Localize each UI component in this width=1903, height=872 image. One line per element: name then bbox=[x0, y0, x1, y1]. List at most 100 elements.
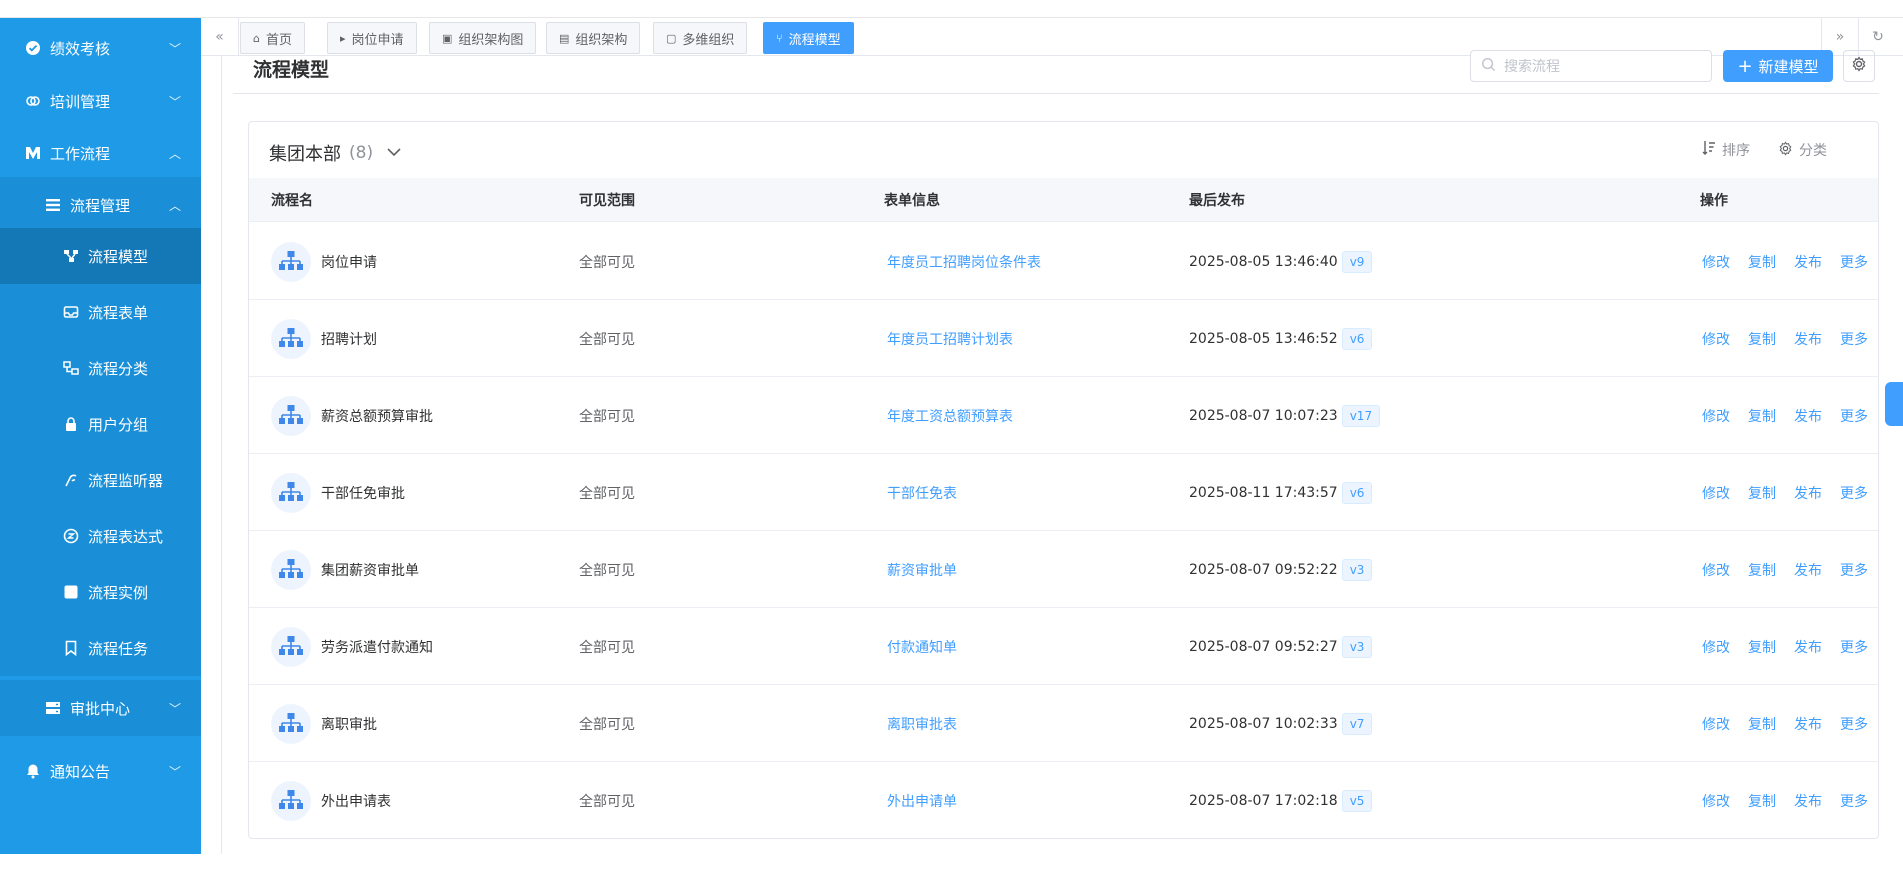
sidebar-item-label: 审批中心 bbox=[70, 699, 131, 718]
form-link[interactable]: 年度员工招聘计划表 bbox=[887, 300, 1013, 377]
form-link[interactable]: 外出申请单 bbox=[887, 762, 957, 839]
column-header: 操作 bbox=[1700, 193, 1728, 209]
new-model-button[interactable]: + 新建模型 bbox=[1723, 50, 1833, 82]
copy-button[interactable]: 复制 bbox=[1748, 406, 1776, 426]
edit-button[interactable]: 修改 bbox=[1702, 252, 1730, 272]
process-name[interactable]: 招聘计划 bbox=[321, 329, 377, 349]
tab-label: 岗位申请 bbox=[351, 32, 404, 48]
publish-button[interactable]: 发布 bbox=[1794, 483, 1822, 503]
form-link[interactable]: 年度员工招聘岗位条件表 bbox=[887, 223, 1041, 300]
edit-button[interactable]: 修改 bbox=[1702, 560, 1730, 580]
edit-button[interactable]: 修改 bbox=[1702, 329, 1730, 349]
process-name[interactable]: 干部任免审批 bbox=[321, 483, 405, 503]
more-button[interactable]: 更多 bbox=[1840, 791, 1868, 811]
publish-button[interactable]: 发布 bbox=[1794, 637, 1822, 657]
publish-button[interactable]: 发布 bbox=[1794, 329, 1822, 349]
group-header[interactable]: 集团本部 (8) bbox=[269, 140, 401, 166]
sort-button[interactable]: 排序 bbox=[1702, 140, 1750, 160]
sidebar-item-performance[interactable]: 绩效考核 ﹀ bbox=[0, 20, 201, 76]
publish-time: 2025-08-07 10:02:33 bbox=[1189, 715, 1338, 732]
process-tree-icon bbox=[271, 395, 311, 436]
table-row: 劳务派遣付款通知 全部可见 付款通知单 2025-08-07 09:52:27 v… bbox=[249, 608, 1878, 685]
plus-icon: + bbox=[1737, 55, 1753, 77]
process-name[interactable]: 离职审批 bbox=[321, 714, 377, 734]
form-link[interactable]: 付款通知单 bbox=[887, 608, 957, 685]
copy-button[interactable]: 复制 bbox=[1748, 560, 1776, 580]
edit-button[interactable]: 修改 bbox=[1702, 406, 1730, 426]
search-icon bbox=[1481, 57, 1496, 76]
process-name[interactable]: 薪资总额预算审批 bbox=[321, 406, 433, 426]
visibility-scope: 全部可见 bbox=[579, 254, 635, 271]
publish-button[interactable]: 发布 bbox=[1794, 714, 1822, 734]
new-model-label: 新建模型 bbox=[1758, 57, 1819, 76]
sidebar-item-process-task[interactable]: 流程任务 bbox=[0, 620, 201, 676]
sidebar-item-notice[interactable]: 通知公告 ﹀ bbox=[0, 743, 201, 799]
process-name[interactable]: 劳务派遣付款通知 bbox=[321, 637, 433, 657]
copy-button[interactable]: 复制 bbox=[1748, 252, 1776, 272]
sidebar-item-process-instance[interactable]: 流程实例 bbox=[0, 564, 201, 620]
process-name[interactable]: 集团薪资审批单 bbox=[321, 560, 419, 580]
tabs-scroll-left-icon[interactable]: « bbox=[201, 18, 239, 56]
copy-button[interactable]: 复制 bbox=[1748, 714, 1776, 734]
publish-button[interactable]: 发布 bbox=[1794, 406, 1822, 426]
tab-org-chart[interactable]: ▣ 组织架构图 bbox=[429, 22, 537, 54]
caret-right-icon: ▸ bbox=[340, 31, 346, 45]
sort-icon bbox=[1702, 140, 1716, 160]
sidebar-item-process-model[interactable]: 流程模型 bbox=[0, 228, 201, 284]
page-title: 流程模型 bbox=[253, 59, 330, 81]
sidebar-item-training[interactable]: 培训管理 ﹀ bbox=[0, 73, 201, 129]
sidebar-item-process-category[interactable]: 流程分类 bbox=[0, 340, 201, 396]
publish-button[interactable]: 发布 bbox=[1794, 252, 1822, 272]
edit-button[interactable]: 修改 bbox=[1702, 483, 1730, 503]
copy-button[interactable]: 复制 bbox=[1748, 483, 1776, 503]
category-button[interactable]: 分类 bbox=[1778, 140, 1827, 160]
chevron-down-icon: ﹀ bbox=[168, 764, 181, 779]
copy-button[interactable]: 复制 bbox=[1748, 637, 1776, 657]
sidebar: 绩效考核 ﹀ 培训管理 ﹀ 工作流程 ︿ 流程管理 ︿ 流程模型 流程表单 流程… bbox=[0, 18, 201, 854]
process-tree-icon bbox=[271, 549, 311, 590]
form-link[interactable]: 年度工资总额预算表 bbox=[887, 377, 1013, 454]
tab-position-application[interactable]: ▸ 岗位申请 bbox=[327, 22, 417, 54]
tab-home[interactable]: ⌂ 首页 bbox=[240, 22, 305, 54]
side-drawer-toggle[interactable] bbox=[1885, 382, 1903, 426]
edit-button[interactable]: 修改 bbox=[1702, 637, 1730, 657]
form-link[interactable]: 离职审批表 bbox=[887, 685, 957, 762]
more-button[interactable]: 更多 bbox=[1840, 252, 1868, 272]
sidebar-item-label: 流程模型 bbox=[88, 247, 149, 266]
tab-org-structure[interactable]: ▤ 组织架构 bbox=[546, 22, 641, 54]
more-button[interactable]: 更多 bbox=[1840, 637, 1868, 657]
edit-button[interactable]: 修改 bbox=[1702, 714, 1730, 734]
sidebar-item-process-expression[interactable]: 流程表达式 bbox=[0, 508, 201, 564]
tab-process-model[interactable]: ⑂ 流程模型 bbox=[763, 22, 854, 54]
copy-button[interactable]: 复制 bbox=[1748, 329, 1776, 349]
settings-button[interactable] bbox=[1843, 50, 1875, 82]
tab-label: 多维组织 bbox=[682, 32, 735, 48]
sidebar-item-process-management[interactable]: 流程管理 ︿ bbox=[0, 177, 201, 233]
more-button[interactable]: 更多 bbox=[1840, 714, 1868, 734]
list-icon bbox=[44, 196, 62, 214]
search-input[interactable]: 搜索流程 bbox=[1470, 50, 1712, 82]
version-badge: v3 bbox=[1341, 635, 1373, 658]
publish-button[interactable]: 发布 bbox=[1794, 791, 1822, 811]
sidebar-item-process-listener[interactable]: 流程监听器 bbox=[0, 452, 201, 508]
form-link[interactable]: 干部任免表 bbox=[887, 454, 957, 531]
version-badge: v5 bbox=[1341, 789, 1373, 812]
sidebar-item-user-group[interactable]: 用户分组 bbox=[0, 396, 201, 452]
process-name[interactable]: 岗位申请 bbox=[321, 252, 377, 272]
more-button[interactable]: 更多 bbox=[1840, 560, 1868, 580]
tab-multi-org[interactable]: ▢ 多维组织 bbox=[653, 22, 748, 54]
more-button[interactable]: 更多 bbox=[1840, 483, 1868, 503]
process-name[interactable]: 外出申请表 bbox=[321, 791, 391, 811]
publish-time: 2025-08-07 10:07:23 bbox=[1189, 407, 1338, 424]
form-link[interactable]: 薪资审批单 bbox=[887, 531, 957, 608]
chevron-down-icon[interactable] bbox=[387, 145, 401, 161]
more-button[interactable]: 更多 bbox=[1840, 329, 1868, 349]
publish-button[interactable]: 发布 bbox=[1794, 560, 1822, 580]
sidebar-item-approval-center[interactable]: 审批中心 ﹀ bbox=[0, 680, 201, 736]
group-name: 集团本部 bbox=[269, 144, 341, 165]
sidebar-item-process-form[interactable]: 流程表单 bbox=[0, 284, 201, 340]
sidebar-item-workflow[interactable]: 工作流程 ︿ bbox=[0, 125, 201, 181]
copy-button[interactable]: 复制 bbox=[1748, 791, 1776, 811]
more-button[interactable]: 更多 bbox=[1840, 406, 1868, 426]
edit-button[interactable]: 修改 bbox=[1702, 791, 1730, 811]
